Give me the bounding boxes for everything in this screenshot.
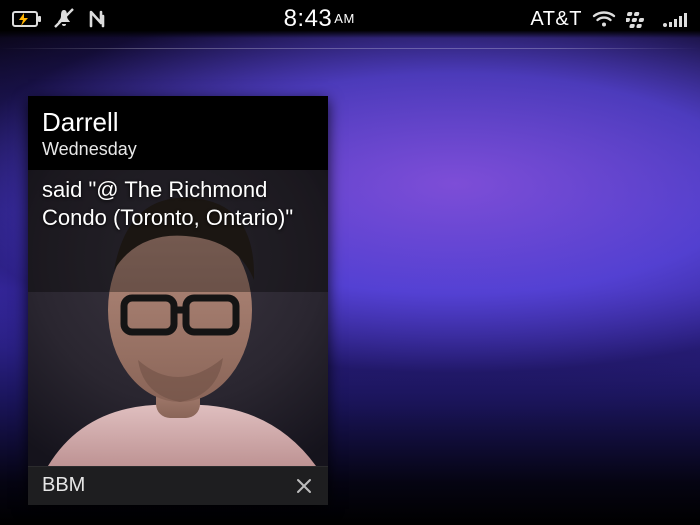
clock-ampm: AM — [334, 11, 355, 26]
status-right: AT&T — [530, 8, 688, 31]
clock-time: 8:43 — [284, 5, 333, 32]
blackberry-icon — [626, 10, 652, 28]
notification-sender: Darrell — [42, 108, 314, 137]
signal-icon — [662, 10, 688, 28]
status-clock: 8:43AM — [284, 5, 355, 33]
mute-icon — [52, 8, 76, 30]
carrier-label: AT&T — [530, 8, 582, 31]
notification-footer: BBM — [28, 466, 328, 505]
notification-message: said "@ The Richmond Condo (Toronto, Ont… — [42, 176, 314, 232]
wifi-icon — [592, 10, 616, 28]
status-bar: 8:43AM AT&T — [0, 0, 700, 38]
close-button[interactable] — [292, 474, 316, 498]
nfc-icon — [86, 8, 108, 30]
notification-card[interactable]: Darrell Wednesday — [28, 96, 328, 505]
notification-body: said "@ The Richmond Condo (Toronto, Ont… — [28, 170, 328, 466]
close-icon — [295, 477, 313, 495]
status-divider — [0, 48, 700, 49]
notification-app-label: BBM — [42, 474, 85, 497]
notification-header: Darrell Wednesday — [28, 96, 328, 170]
notification-day: Wednesday — [42, 139, 314, 160]
status-left — [12, 8, 108, 30]
battery-charging-icon — [12, 10, 42, 28]
